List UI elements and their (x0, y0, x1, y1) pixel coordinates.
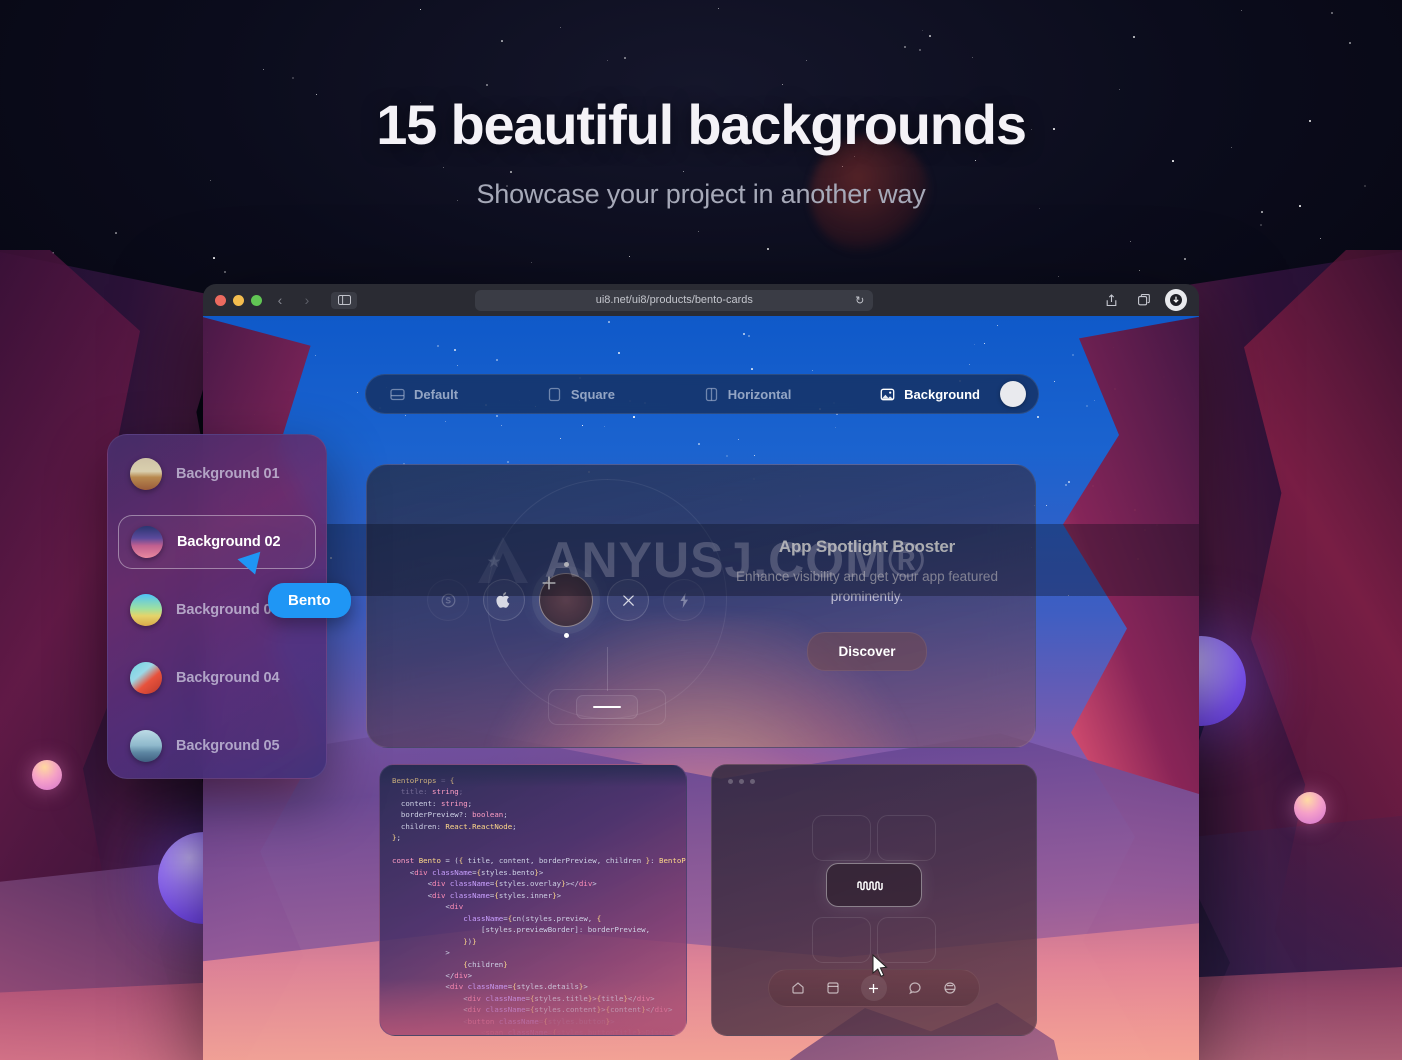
back-button[interactable]: ‹ (271, 292, 289, 308)
address-bar[interactable]: ui8.net/ui8/products/bento-cards ↻ (475, 290, 873, 311)
dock-preview-card (711, 764, 1037, 1036)
background-item-04[interactable]: Background 04 (118, 651, 316, 705)
layout-default-icon (390, 387, 405, 402)
page-title: 15 beautiful backgrounds (0, 92, 1402, 157)
plus-icon[interactable] (861, 975, 887, 1001)
grid-cell (812, 917, 871, 963)
layout-square-icon (547, 387, 562, 402)
download-icon[interactable] (1165, 289, 1187, 311)
pink-orb-left (32, 760, 62, 790)
background-item-label: Background 05 (176, 738, 279, 754)
layout-toolbar: Default Square Horizontal Background (365, 374, 1039, 414)
tab-horizontal-label: Horizontal (728, 387, 792, 402)
background-toggle[interactable] (1000, 381, 1026, 407)
tab-horizontal[interactable]: Horizontal (690, 379, 806, 409)
window-dots (728, 779, 755, 784)
layout-horizontal-icon (704, 387, 719, 402)
field-thumb (130, 594, 162, 626)
browser-window: ‹ › ui8.net/ui8/products/bento-cards ↻ D… (203, 284, 1199, 1060)
sidebar-toggle-icon[interactable] (331, 292, 357, 309)
code-fade-top (380, 765, 686, 787)
background-item-label: Background 01 (176, 466, 279, 482)
canyon-night-thumb (131, 526, 163, 558)
reload-icon[interactable]: ↻ (855, 294, 864, 307)
bento-text-block: App Spotlight Booster Enhance visibility… (733, 537, 1001, 671)
tab-square-label: Square (571, 387, 615, 402)
page-subtitle: Showcase your project in another way (0, 179, 1402, 210)
code-snippet-card: BentoProps = { title: string; content: s… (379, 764, 687, 1036)
home-icon[interactable] (791, 981, 805, 995)
discover-button[interactable]: Discover (807, 632, 926, 671)
globe-icon[interactable] (943, 981, 957, 995)
background-item-label: Background 03 (176, 602, 279, 618)
selected-widget[interactable] (826, 863, 922, 907)
bento-feature-card: App Spotlight Booster Enhance visibility… (366, 464, 1036, 748)
apple-icon[interactable] (483, 579, 525, 621)
forward-button[interactable]: › (298, 292, 316, 308)
backgrounds-panel: Background 01 Background 02 Background 0… (107, 434, 327, 779)
tab-background[interactable]: Background (866, 379, 994, 409)
browser-chrome: ‹ › ui8.net/ui8/products/bento-cards ↻ (203, 284, 1199, 316)
pink-orb-right (1294, 792, 1326, 824)
background-item-02[interactable]: Background 02 (118, 515, 316, 569)
flash-icon[interactable] (663, 579, 705, 621)
arch-thumb (130, 730, 162, 762)
connector-line (607, 647, 608, 691)
panel-icon[interactable] (826, 981, 840, 995)
background-item-05[interactable]: Background 05 (118, 719, 316, 773)
bento-title: App Spotlight Booster (733, 537, 1001, 557)
dash-pill (576, 695, 638, 719)
code-fade-bottom (380, 979, 686, 1035)
tab-default-label: Default (414, 387, 458, 402)
skype-icon[interactable] (427, 579, 469, 621)
background-item-label: Background 02 (177, 534, 280, 550)
browser-viewport: Default Square Horizontal Background App… (203, 316, 1199, 1060)
hero-section: 15 beautiful backgrounds Showcase your p… (0, 92, 1402, 210)
x-twitter-icon[interactable] (607, 579, 649, 621)
background-item-label: Background 04 (176, 670, 279, 686)
minimize-button[interactable] (233, 295, 244, 306)
tabs-icon[interactable] (1133, 289, 1155, 311)
grid-cell (877, 815, 936, 861)
app-icon-row (427, 573, 705, 627)
plus-icon[interactable] (539, 573, 593, 627)
balloon-thumb (130, 662, 162, 694)
tab-background-label: Background (904, 387, 980, 402)
bento-subtitle: Enhance visibility and get your app feat… (733, 567, 1001, 606)
chat-icon[interactable] (908, 981, 922, 995)
close-button[interactable] (215, 295, 226, 306)
background-item-01[interactable]: Background 01 (118, 447, 316, 501)
window-controls[interactable] (215, 295, 262, 306)
url-text: ui8.net/ui8/products/bento-cards (596, 294, 753, 306)
zoom-button[interactable] (251, 295, 262, 306)
mouse-cursor-icon (872, 954, 889, 978)
app-grid-top (812, 815, 936, 861)
share-icon[interactable] (1101, 289, 1123, 311)
desert-thumb (130, 458, 162, 490)
bento-tooltip: Bento (268, 583, 351, 618)
image-icon (880, 387, 895, 402)
chrome-actions (1101, 289, 1187, 311)
waveform-icon (857, 879, 891, 891)
tab-square[interactable]: Square (533, 379, 629, 409)
tab-default[interactable]: Default (376, 379, 472, 409)
grid-cell (812, 815, 871, 861)
